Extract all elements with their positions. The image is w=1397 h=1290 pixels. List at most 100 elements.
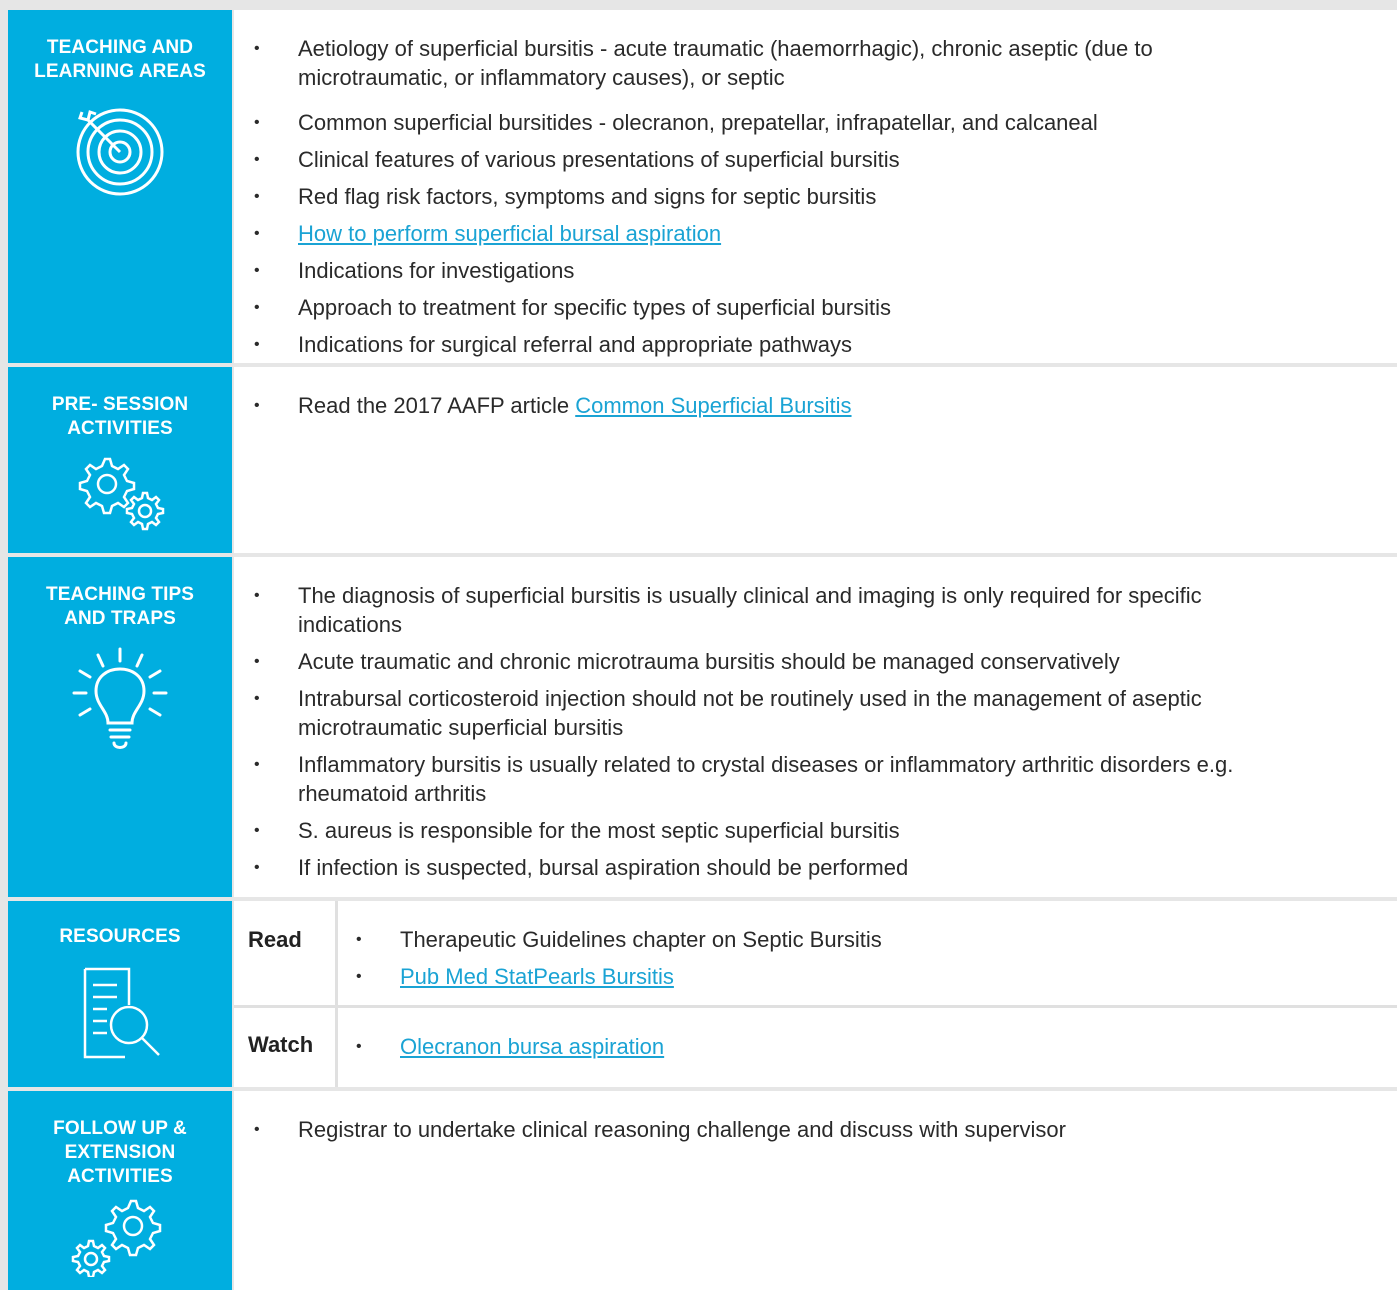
section-title-resources: RESOURCES: [59, 926, 181, 947]
section-title-followup: FOLLOW UP & EXTENSION ACTIVITIES: [8, 1091, 232, 1189]
item-text: Aetiology of superficial bursitis - acut…: [298, 36, 1153, 61]
item-text: microtraumatic superficial bursitis: [298, 715, 624, 740]
bullet: •: [356, 1038, 362, 1055]
item-text: Intrabursal corticosteroid injection sho…: [298, 686, 1202, 711]
item-text: Approach to treatment for specific types…: [298, 295, 892, 320]
bullet: •: [356, 968, 362, 985]
section-title-teaching: TEACHING AND LEARNING AREAS: [8, 10, 232, 84]
read-values: • Therapeutic Guidelines chapter on Septi…: [338, 901, 1397, 1005]
list-item: • S. aureus is responsible for the most s…: [254, 816, 1378, 853]
row-followup: FOLLOW UP & EXTENSION ACTIVITIES • Regist…: [0, 1091, 1397, 1290]
bullet: •: [254, 225, 260, 242]
item-text: S. aureus is responsible for the most se…: [298, 818, 900, 843]
list-item: • Common superficial bursitides - olecran…: [254, 108, 1378, 145]
list-item: • The diagnosis of superficial bursitis i…: [254, 581, 1378, 647]
list-item: • Aetiology of superficial bursitis - acu…: [254, 34, 1378, 108]
title-line: TEACHING AND: [46, 37, 194, 58]
title-line: FOLLOW UP &: [53, 1118, 187, 1139]
olecranon-video-link[interactable]: Olecranon bursa aspiration: [400, 1034, 664, 1059]
section-content-presession: • Read the 2017 AAFP article Common Super…: [234, 367, 1397, 553]
presession-list: • Read the 2017 AAFP article Common Super…: [254, 391, 1378, 420]
item-text: rheumatoid arthritis: [298, 781, 487, 806]
bullet: •: [254, 690, 260, 707]
resources-watch-row: Watch • Olecranon bursa aspiration: [234, 1008, 1397, 1087]
bullet: •: [254, 587, 260, 604]
read-list: • Therapeutic Guidelines chapter on Septi…: [356, 925, 882, 999]
item-text: Red flag risk factors, symptoms and sign…: [298, 184, 877, 209]
bullet: •: [254, 188, 260, 205]
bullet: •: [254, 262, 260, 279]
bullet: •: [254, 822, 260, 839]
title-line: TEACHING TIPS: [45, 584, 195, 605]
section-label-presession: PRE- SESSION ACTIVITIES: [8, 367, 232, 553]
read-label: Read: [234, 901, 338, 1005]
item-text: Indications for investigations: [298, 258, 575, 283]
row-tips: TEACHING TIPS AND TRAPS • The diagnosis …: [0, 557, 1397, 897]
bullet: •: [254, 299, 260, 316]
item-text: Acute traumatic and chronic microtrauma …: [298, 649, 1120, 674]
item-text: indications: [298, 612, 402, 637]
item-text: Common superficial bursitides - olecrano…: [298, 110, 1098, 135]
watch-values: • Olecranon bursa aspiration: [338, 1008, 1397, 1087]
list-item: • Clinical features of various presentati…: [254, 145, 1378, 182]
title-line: AND TRAPS: [64, 608, 176, 629]
target-icon: [76, 108, 164, 196]
section-title-tips: TEACHING TIPS AND TRAPS: [8, 557, 232, 631]
list-item: • Olecranon bursa aspiration: [356, 1032, 664, 1061]
section-content-teaching: • Aetiology of superficial bursitis - acu…: [234, 10, 1397, 363]
list-item: • Inflammatory bursitis is usually relate…: [254, 750, 1378, 816]
item-text: Inflammatory bursitis is usually related…: [298, 752, 1234, 777]
followup-list: • Registrar to undertake clinical reasoni…: [254, 1115, 1378, 1144]
gears-icon: [78, 457, 165, 531]
section-label-followup: FOLLOW UP & EXTENSION ACTIVITIES: [8, 1091, 232, 1290]
section-content-followup: • Registrar to undertake clinical reasoni…: [234, 1091, 1397, 1290]
title-line: EXTENSION: [64, 1142, 176, 1163]
section-label-tips: TEACHING TIPS AND TRAPS: [8, 557, 232, 897]
section-label-resources: RESOURCES: [8, 901, 232, 1087]
title-line: ACTIVITIES: [67, 1166, 173, 1187]
list-item: • Indications for surgical referral and a…: [254, 330, 1378, 367]
bullet: •: [254, 859, 260, 876]
item-text: Read the 2017 AAFP article: [298, 393, 576, 418]
bullet: •: [254, 114, 260, 131]
statpearls-link[interactable]: Pub Med StatPearls Bursitis: [400, 964, 674, 989]
section-content-resources: Read • Therapeutic Guidelines chapter on …: [234, 901, 1397, 1087]
list-item: • Intrabursal corticosteroid injection sh…: [254, 684, 1378, 750]
watch-list: • Olecranon bursa aspiration: [356, 1032, 664, 1061]
resources-grid: Read • Therapeutic Guidelines chapter on …: [234, 901, 1397, 1087]
list-item: • Read the 2017 AAFP article Common Super…: [254, 391, 1378, 420]
item-text: The diagnosis of superficial bursitis is…: [298, 583, 1202, 608]
row-teaching: TEACHING AND LEARNING AREAS • Aetiology o…: [0, 10, 1397, 363]
item-text: Therapeutic Guidelines chapter on Septic…: [400, 927, 882, 952]
item-text: Registrar to undertake clinical reasonin…: [298, 1117, 1066, 1142]
tips-list: • The diagnosis of superficial bursitis i…: [254, 581, 1378, 890]
section-title-presession: PRE- SESSION ACTIVITIES: [8, 367, 232, 441]
item-text: Indications for surgical referral and ap…: [298, 332, 852, 357]
list-item: • Indications for investigations: [254, 256, 1378, 293]
page: TEACHING AND LEARNING AREAS • Aetiology o…: [0, 0, 1397, 1290]
lightbulb-icon: [72, 647, 168, 749]
row-resources: RESOURCES Read • Therapeutic Guidelines …: [0, 901, 1397, 1087]
title-line: LEARNING AREAS: [34, 61, 206, 82]
list-item: • Therapeutic Guidelines chapter on Septi…: [356, 925, 882, 962]
title-line: PRE- SESSION: [51, 394, 189, 415]
list-item: • Approach to treatment for specific type…: [254, 293, 1378, 330]
watch-label: Watch: [234, 1008, 338, 1087]
bursal-aspiration-link[interactable]: How to perform superficial bursal aspira…: [298, 221, 721, 246]
item-text: microtraumatic, or inflammatory causes),…: [298, 65, 785, 90]
list-item: • Acute traumatic and chronic microtrauma…: [254, 647, 1378, 684]
gears-icon: [71, 1199, 162, 1277]
bullet: •: [254, 336, 260, 353]
bullet: •: [254, 1121, 260, 1138]
bullet: •: [356, 931, 362, 948]
section-content-tips: • The diagnosis of superficial bursitis i…: [234, 557, 1397, 897]
bullet: •: [254, 397, 260, 414]
list-item: • Red flag risk factors, symptoms and sig…: [254, 182, 1378, 219]
document-search-icon: [83, 967, 160, 1059]
list-item: • Registrar to undertake clinical reasoni…: [254, 1115, 1378, 1144]
list-item: • Pub Med StatPearls Bursitis: [356, 962, 882, 999]
aafp-article-link[interactable]: Common Superficial Bursitis: [575, 393, 851, 418]
item-text: If infection is suspected, bursal aspira…: [298, 855, 909, 880]
teaching-list: • Aetiology of superficial bursitis - acu…: [254, 34, 1378, 367]
section-label-teaching: TEACHING AND LEARNING AREAS: [8, 10, 232, 363]
